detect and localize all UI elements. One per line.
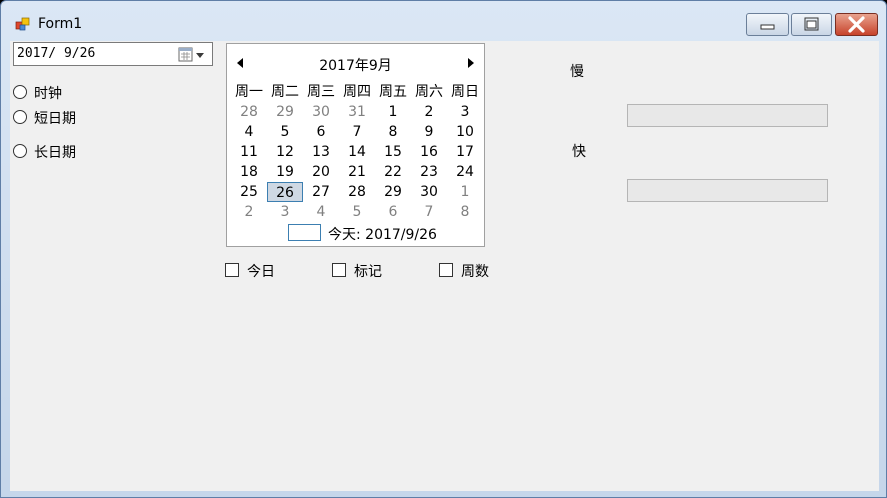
checkbox-label: 今日 [247,264,275,280]
calendar-day[interactable]: 25 [231,182,267,202]
calendar-week-row: 25 26 27 28 29 30 1 [231,182,483,202]
close-icon [848,16,865,33]
calendar-day[interactable]: 28 [339,182,375,202]
calendar-day[interactable]: 5 [339,202,375,222]
calendar-day[interactable]: 4 [231,122,267,142]
weekday-header: 周四 [343,84,371,100]
calendar-day[interactable]: 28 [231,102,267,122]
calendar-day[interactable]: 12 [267,142,303,162]
app-icon [15,17,30,31]
calendar-day[interactable]: 1 [447,182,483,202]
calendar-day-selected[interactable]: 26 [267,182,303,202]
calendar-day[interactable]: 16 [411,142,447,162]
fast-label: 快 [572,144,586,160]
calendar-grid: 周一 周二 周三 周四 周五 周六 周日 28 29 30 31 1 2 3 4… [231,82,483,222]
month-calendar[interactable]: 2017年9月 周一 周二 周三 周四 周五 周六 周日 28 29 30 31 [226,43,485,247]
calendar-day[interactable]: 17 [447,142,483,162]
calendar-day[interactable]: 18 [231,162,267,182]
calendar-day[interactable]: 2 [231,202,267,222]
calendar-day[interactable]: 20 [303,162,339,182]
calendar-day[interactable]: 22 [375,162,411,182]
calendar-day[interactable]: 15 [375,142,411,162]
minimize-button[interactable] [746,13,789,36]
date-picker-value: 2017/ 9/26 [17,46,96,61]
checkbox-box[interactable] [332,263,346,277]
calendar-day[interactable]: 10 [447,122,483,142]
calendar-week-row: 11 12 13 14 15 16 17 [231,142,483,162]
calendar-day[interactable]: 29 [267,102,303,122]
calendar-day[interactable]: 1 [375,102,411,122]
window: Form1 2017/ 9/26 时钟 短日期 长日期 2017年9月 周一 周… [0,0,887,498]
title-bar[interactable]: Form1 [1,1,886,41]
form-client-area: 2017/ 9/26 时钟 短日期 长日期 2017年9月 周一 周二 周三 周… [10,41,879,491]
calendar-day[interactable]: 7 [411,202,447,222]
weekday-header: 周二 [271,84,299,100]
radio-circle[interactable] [13,85,27,99]
fast-textbox[interactable] [627,179,828,202]
calendar-day[interactable]: 31 [339,102,375,122]
weekday-header: 周一 [235,84,263,100]
minimize-icon [760,24,775,30]
calendar-day[interactable]: 11 [231,142,267,162]
calendar-day[interactable]: 13 [303,142,339,162]
calendar-day[interactable]: 21 [339,162,375,182]
calendar-day[interactable]: 30 [411,182,447,202]
weekday-header: 周三 [307,84,335,100]
calendar-day[interactable]: 4 [303,202,339,222]
next-month-icon[interactable] [468,58,474,68]
calendar-day[interactable]: 9 [411,122,447,142]
calendar-week-row: 2 3 4 5 6 7 8 [231,202,483,222]
date-picker[interactable]: 2017/ 9/26 [13,42,213,66]
calendar-day[interactable]: 27 [303,182,339,202]
radio-label: 长日期 [34,145,76,161]
weekday-header: 周五 [379,84,407,100]
calendar-day[interactable]: 14 [339,142,375,162]
calendar-day[interactable]: 7 [339,122,375,142]
today-marker[interactable] [288,224,321,241]
weekday-header-row: 周一 周二 周三 周四 周五 周六 周日 [231,82,483,102]
calendar-day[interactable]: 29 [375,182,411,202]
calendar-day[interactable]: 19 [267,162,303,182]
calendar-day[interactable]: 24 [447,162,483,182]
window-title: Form1 [38,16,83,32]
weekday-header: 周六 [415,84,443,100]
radio-label: 时钟 [34,86,62,102]
slow-textbox[interactable] [627,104,828,127]
calendar-day[interactable]: 8 [375,122,411,142]
calendar-week-row: 18 19 20 21 22 23 24 [231,162,483,182]
calendar-day[interactable]: 3 [447,102,483,122]
calendar-day[interactable]: 6 [375,202,411,222]
calendar-day[interactable]: 30 [303,102,339,122]
close-button[interactable] [835,13,878,36]
calendar-day[interactable]: 23 [411,162,447,182]
calendar-month-title[interactable]: 2017年9月 [227,55,484,75]
radio-circle[interactable] [13,110,27,124]
radio-label: 短日期 [34,111,76,127]
calendar-day[interactable]: 8 [447,202,483,222]
checkbox-label: 周数 [461,264,489,280]
calendar-day[interactable]: 3 [267,202,303,222]
weekday-header: 周日 [451,84,479,100]
calendar-day[interactable]: 6 [303,122,339,142]
calendar-day[interactable]: 5 [267,122,303,142]
radio-circle[interactable] [13,144,27,158]
checkbox-box[interactable] [225,263,239,277]
slow-label: 慢 [570,64,584,80]
maximize-button[interactable] [791,13,832,36]
calendar-week-row: 28 29 30 31 1 2 3 [231,102,483,122]
maximize-icon [804,17,819,31]
calendar-day[interactable]: 2 [411,102,447,122]
calendar-week-row: 4 5 6 7 8 9 10 [231,122,483,142]
checkbox-box[interactable] [439,263,453,277]
calendar-dropdown-icon[interactable] [178,47,208,63]
today-link[interactable]: 今天: 2017/9/26 [328,224,437,244]
checkbox-label: 标记 [354,264,382,280]
